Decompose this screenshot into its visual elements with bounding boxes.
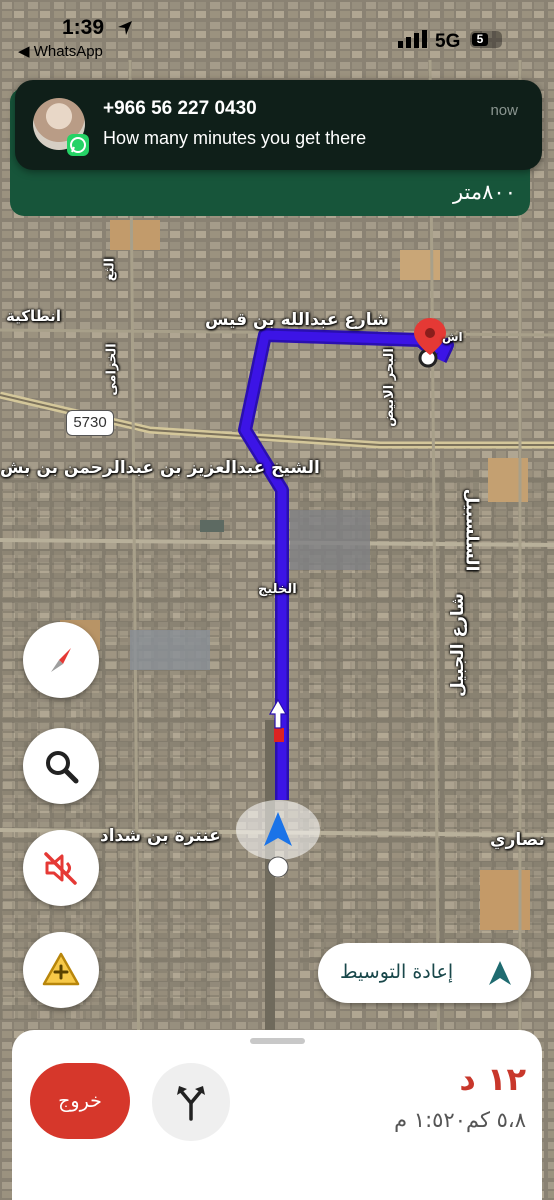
notification-sender: +966 56 227 0430 — [103, 98, 257, 119]
street-label-shari-jabal: شارع الجبيل — [447, 593, 468, 697]
alternate-routes-button[interactable] — [152, 1063, 230, 1141]
street-label-khuzama: الخزامى — [104, 343, 120, 396]
compass-button[interactable] — [23, 622, 99, 698]
notification-message: How many minutes you get there — [103, 128, 367, 148]
street-label-ashe: اش — [442, 330, 463, 344]
report-incident-button[interactable] — [23, 932, 99, 1008]
street-label-abdulaziz: الشيخ عبدالعزيز بن عبدالرحمن بن بش — [0, 458, 320, 478]
street-label-antakya: انطاكية — [6, 307, 61, 325]
add-incident-warning-icon — [42, 952, 80, 986]
eta-distance-arrival: ٥،٨ كم١:٥٢٠ م — [394, 1108, 526, 1132]
street-label-al-ta: الثغ — [102, 257, 118, 282]
street-label-ansari: نصاري — [490, 830, 545, 850]
search-icon — [46, 751, 79, 784]
status-time: 1:39 — [62, 16, 105, 39]
volume-muted-icon — [44, 852, 77, 885]
street-label-abdullah-bin-qais: شارع عبدالله بن قيس — [205, 310, 389, 330]
location-arrow-icon — [118, 21, 132, 35]
highway-shield: 5730 — [66, 410, 114, 436]
exit-navigation-button[interactable]: خروج — [30, 1063, 130, 1139]
recenter-label: إعادة التوسيط — [340, 961, 454, 983]
notification-time: now — [490, 102, 518, 119]
street-label-bahr-abyad: البحر الابيض — [381, 348, 397, 427]
signal-icon — [398, 30, 427, 48]
back-to-app-link[interactable]: ◀ WhatsApp — [18, 42, 103, 60]
compass-icon — [51, 648, 71, 672]
mute-button[interactable] — [23, 830, 99, 906]
battery-icon: 5 — [470, 31, 502, 48]
route-fork-icon — [177, 1086, 205, 1121]
next-turn-distance: ٨٠٠متر — [452, 180, 516, 204]
street-label-salsabil: السلسبيل — [461, 488, 482, 572]
search-button[interactable] — [23, 728, 99, 804]
network-type: 5G — [435, 31, 461, 52]
status-bar: 1:39 ◀ WhatsApp 5G 5 — [0, 0, 554, 66]
eta-minutes: ١٢ د — [459, 1060, 526, 1098]
whatsapp-icon — [67, 134, 89, 156]
street-label-antarah: عنترة بن شداد — [100, 826, 221, 846]
battery-level: 5 — [472, 33, 488, 46]
street-label-khaleej: الخليج — [258, 582, 297, 597]
sheet-drag-handle[interactable] — [250, 1038, 305, 1044]
navigation-arrow-icon — [489, 961, 511, 985]
whatsapp-notification[interactable]: +966 56 227 0430 How many minutes you ge… — [15, 80, 542, 170]
recenter-button[interactable]: إعادة التوسيط — [318, 943, 531, 1003]
